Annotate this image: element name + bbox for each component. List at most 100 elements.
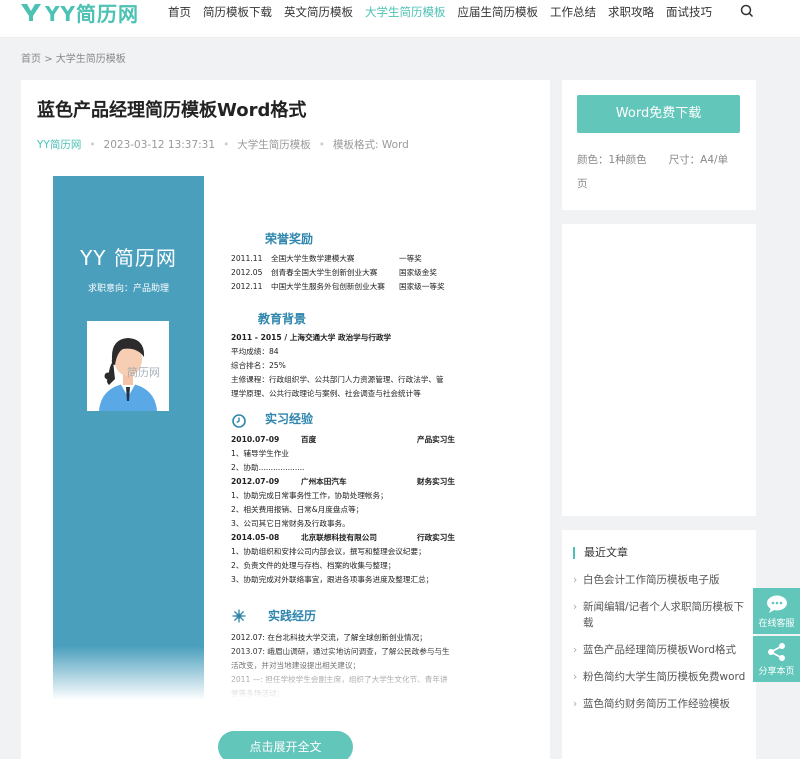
recent-articles-title: 最近文章: [573, 547, 628, 559]
recent-article-link[interactable]: 粉色简约大学生简历模板免费word: [573, 669, 751, 685]
ad-placeholder-card: [562, 224, 756, 516]
nav-item[interactable]: 首页: [168, 4, 191, 20]
main-nav: 首页 简历模板下载 英文简历模板 大学生简历模板 应届生简历模板 工作总结 求职攻略 面试技巧: [168, 4, 724, 20]
share-page-button[interactable]: 分享本页: [753, 636, 800, 682]
internship-cell: 2014.05-08: [231, 533, 280, 542]
internship-cell: 2012.07-09: [231, 477, 280, 486]
article-author[interactable]: YY简历网: [37, 137, 81, 152]
breadcrumb-current[interactable]: 大学生简历模板: [56, 54, 126, 65]
recent-article-link[interactable]: 新闻编辑/记者个人求职简历模板下载: [573, 599, 751, 631]
resume-sidebar: YY 简历网 求职意向：产品助理 简历网: [53, 176, 204, 706]
resume-line: 3、公司其它日常财务及行政事务。: [231, 519, 350, 528]
award-row: 2012.05 创青春全国大学生创新创业大赛 国家级金奖: [231, 266, 437, 280]
resume-section-practice: 实践经历: [268, 609, 317, 623]
award-cell: 一等奖: [399, 254, 422, 263]
internship-cell: 广州本田汽车: [301, 477, 347, 486]
size-label-cont: 页: [577, 178, 588, 190]
site-logo[interactable]: YY简历网: [20, 0, 139, 26]
size-label: 尺寸：A4/单: [668, 154, 729, 166]
internship-cell: 北京联想科技有限公司: [301, 533, 377, 542]
internship-header-row: 2010.07-09 百度 产品实习生: [231, 433, 477, 447]
online-service-button[interactable]: 在线客服: [753, 588, 800, 634]
internship-cell: 百度: [301, 435, 317, 444]
award-cell: 2011.11: [231, 254, 263, 263]
breadcrumb-separator: >: [44, 54, 53, 65]
internship-header-row: 2014.05-08 北京联想科技有限公司 行政实习生: [231, 531, 477, 545]
article-meta: YY简历网 • 2023-03-12 13:37:31 • 大学生简历模板 • …: [37, 137, 409, 152]
resume-line: 2012.07: 在台北科技大学交流，了解全球创新创业情况；: [231, 633, 427, 642]
resume-line: 主修课程：行政组织学、公共部门人力资源管理、行政法学、管: [231, 375, 444, 384]
photo-watermark: 简历网: [127, 365, 160, 379]
resume-line: 综合排名：25%: [231, 361, 286, 370]
chat-icon: [767, 595, 787, 613]
share-icon: [768, 643, 785, 661]
search-icon[interactable]: [740, 4, 754, 18]
word-download-button[interactable]: Word免费下载: [577, 95, 740, 133]
resume-job-intent: 求职意向：产品助理: [87, 284, 169, 294]
resume-line: 1、辅导学生作业: [231, 449, 289, 458]
resume-line: 2、相关费用报销、日常&月度盘点等；: [231, 505, 364, 514]
online-service-label: 在线客服: [758, 619, 795, 629]
nav-item[interactable]: 应届生简历模板: [458, 4, 539, 20]
award-cell: 2012.11: [231, 282, 263, 291]
nav-item[interactable]: 工作总结: [550, 4, 596, 20]
preview-fade: [53, 646, 519, 706]
breadcrumb-home[interactable]: 首页: [21, 54, 41, 65]
clock-icon: [232, 414, 246, 428]
award-row: 2011.11 全国大学生数学建模大赛 一等奖: [231, 252, 422, 266]
award-cell: 全国大学生数学建模大赛: [271, 254, 355, 263]
award-cell: 2012.05: [231, 268, 263, 277]
award-cell: 创青春全国大学生创新创业大赛: [271, 268, 378, 277]
resume-line: 1、协助组织和安排公司内部会议，撰写和整理会议纪要；: [231, 547, 426, 556]
award-cell: 国家级金奖: [399, 268, 437, 277]
article-datetime: 2023-03-12 13:37:31: [103, 138, 216, 151]
resume-line: 2、负责文件的处理与存档、档案的收集与整理；: [231, 561, 396, 570]
resume-section-awards: 荣誉奖励: [265, 232, 314, 246]
internship-cell: 行政实习生: [417, 533, 455, 542]
recent-article-link[interactable]: 蓝色产品经理简历模板Word格式: [573, 642, 751, 658]
internship-cell: 产品实习生: [417, 435, 455, 444]
resume-section-education: 教育背景: [258, 312, 307, 326]
nav-item[interactable]: 面试技巧: [666, 4, 712, 20]
article-title: 蓝色产品经理简历模板Word格式: [37, 100, 307, 121]
award-cell: 国家级一等奖: [399, 282, 445, 291]
download-info: 颜色：1种颜色 尺寸：A4/单 页: [577, 148, 742, 196]
recent-articles-list: 白色会计工作简历模板电子版新闻编辑/记者个人求职简历模板下载蓝色产品经理简历模板…: [573, 572, 751, 723]
internship-header-row: 2012.07-09 广州本田汽车 财务实习生: [231, 475, 477, 489]
article-category[interactable]: 大学生简历模板: [237, 137, 311, 152]
resume-body: 荣誉奖励 2011.11 全国大学生数学建模大赛 一等奖 2012.05 创青春全国大学…: [231, 176, 511, 706]
share-page-label: 分享本页: [758, 667, 795, 677]
article-card: 蓝色产品经理简历模板Word格式 YY简历网 • 2023-03-12 13:3…: [21, 80, 550, 759]
meta-separator: •: [223, 138, 230, 151]
expand-full-text-button[interactable]: 点击展开全文: [218, 731, 353, 759]
award-row: 2012.11 中国大学生服务外包创新创业大赛 国家级一等奖: [231, 280, 445, 294]
resume-line: 1、协助完成日常事务性工作，协助处理帐务；: [231, 491, 388, 500]
nav-item[interactable]: 求职攻略: [608, 4, 654, 20]
resume-line: 平均成绩：84: [231, 347, 279, 356]
sparkle-icon: [232, 609, 246, 623]
download-card: Word免费下载 颜色：1种颜色 尺寸：A4/单 页: [562, 80, 756, 210]
resume-logo: YY 简历网: [80, 246, 177, 270]
award-cell: 中国大学生服务外包创新创业大赛: [271, 282, 385, 291]
resume-line: 理学原理、公共行政理论与案例、社会调查与社会统计等: [231, 389, 421, 398]
recent-article-link[interactable]: 白色会计工作简历模板电子版: [573, 572, 751, 588]
resume-line: 2、协助...................: [231, 463, 305, 472]
internship-cell: 财务实习生: [417, 477, 455, 486]
nav-item[interactable]: 英文简历模板: [284, 4, 353, 20]
article-format: 模板格式: Word: [332, 139, 409, 151]
site-header: YY简历网 首页 简历模板下载 英文简历模板 大学生简历模板 应届生简历模板 工作总结 求职…: [0, 0, 800, 38]
meta-separator: •: [89, 138, 96, 151]
recent-article-link[interactable]: 蓝色简约财务简历工作经验模板: [573, 696, 751, 712]
nav-item[interactable]: 大学生简历模板: [365, 4, 446, 20]
meta-separator: •: [318, 138, 325, 151]
resume-section-internship: 实习经验: [265, 412, 314, 426]
color-label: 颜色：1种颜色: [577, 154, 647, 166]
resume-photo: 简历网: [87, 321, 169, 411]
resume-line: 3、协助完成对外联络事宜，跟进各项事务进度及整理汇总；: [231, 575, 434, 584]
breadcrumb: 首页 > 大学生简历模板: [21, 50, 126, 65]
nav-item[interactable]: 简历模板下载: [203, 4, 272, 20]
internship-cell: 2010.07-09: [231, 435, 280, 444]
avatar-illustration: 简历网: [87, 321, 169, 411]
resume-line: 2011 - 2015 / 上海交通大学 政治学与行政学: [231, 333, 392, 342]
logo-icon: [21, 4, 41, 21]
